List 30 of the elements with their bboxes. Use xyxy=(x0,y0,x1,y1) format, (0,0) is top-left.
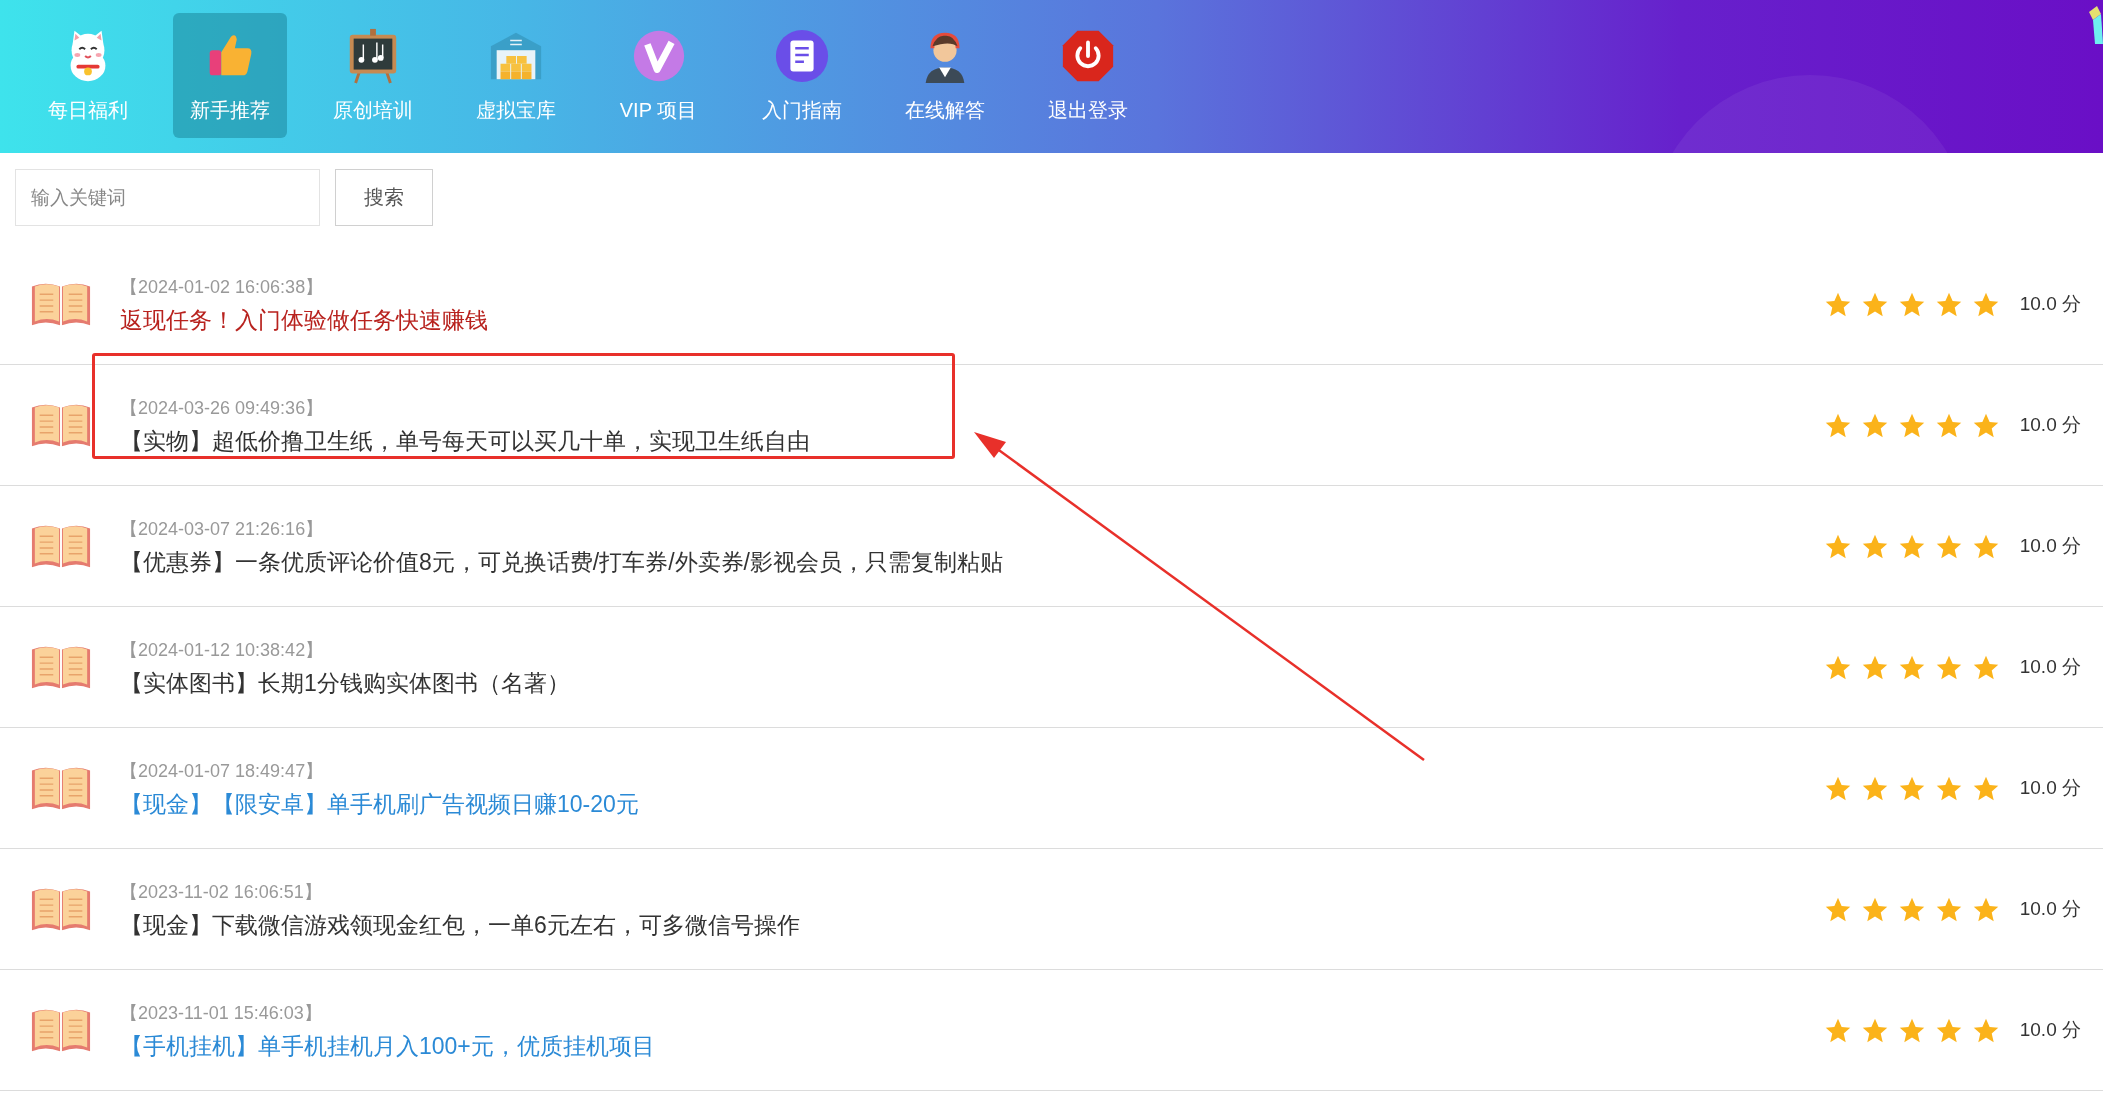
score-label: 10.0 分 xyxy=(2019,776,2081,800)
post-title-link[interactable]: 【实物】超低价撸卫生纸，单号每天可以买几十单，实现卫生纸自由 xyxy=(120,425,810,457)
nav-item[interactable]: 在线解答 xyxy=(873,13,1016,138)
nav-item[interactable]: 退出登录 xyxy=(1016,13,1159,138)
post-title-link[interactable]: 返现任务！入门体验做任务快速赚钱 xyxy=(120,304,488,336)
score-label: 10.0 分 xyxy=(2019,292,2081,316)
post-title-link[interactable]: 【实体图书】长期1分钱购实体图书（名著） xyxy=(120,667,570,699)
score-label: 10.0 分 xyxy=(2019,897,2081,921)
score-label: 10.0 分 xyxy=(2019,534,2081,558)
nav-item[interactable]: 原创培训 xyxy=(301,13,444,138)
nav-item[interactable]: 虚拟宝库 xyxy=(444,13,587,138)
post-title-link[interactable]: 【现金】下载微信游戏领现金红包，一单6元左右，可多微信号操作 xyxy=(120,909,800,941)
post-date: 【2023-11-02 16:06:51】 xyxy=(120,880,322,904)
post-date: 【2024-01-07 18:49:47】 xyxy=(120,759,324,783)
post-date: 【2023-11-01 15:46:03】 xyxy=(120,1001,322,1025)
search-button[interactable]: 搜索 xyxy=(335,169,433,226)
post-title-link[interactable]: 【优惠券】一条优质评论价值8元，可兑换话费/打车券/外卖券/影视会员，只需复制粘贴 xyxy=(120,546,1003,578)
post-date: 【2024-03-26 09:49:36】 xyxy=(120,396,324,420)
post-title-link[interactable]: 【手机挂机】单手机挂机月入100+元，优质挂机项目 xyxy=(120,1030,655,1062)
search-field[interactable]: 输入关键词 xyxy=(15,169,320,226)
post-date: 【2024-01-12 10:38:42】 xyxy=(120,638,324,662)
post-title-link[interactable]: 【现金】【限安卓】单手机刷广告视频日赚10-20元 xyxy=(120,788,639,820)
nav-item[interactable]: 入门指南 xyxy=(730,13,873,138)
post-date: 【2024-01-02 16:06:38】 xyxy=(120,275,324,299)
nav-item[interactable]: 新手推荐 xyxy=(173,13,287,138)
post-date: 【2024-03-07 21:26:16】 xyxy=(120,517,324,541)
score-label: 10.0 分 xyxy=(2019,413,2081,437)
nav-item[interactable]: VIP 项目 xyxy=(587,13,730,138)
score-label: 10.0 分 xyxy=(2019,1018,2081,1042)
score-label: 10.0 分 xyxy=(2019,655,2081,679)
